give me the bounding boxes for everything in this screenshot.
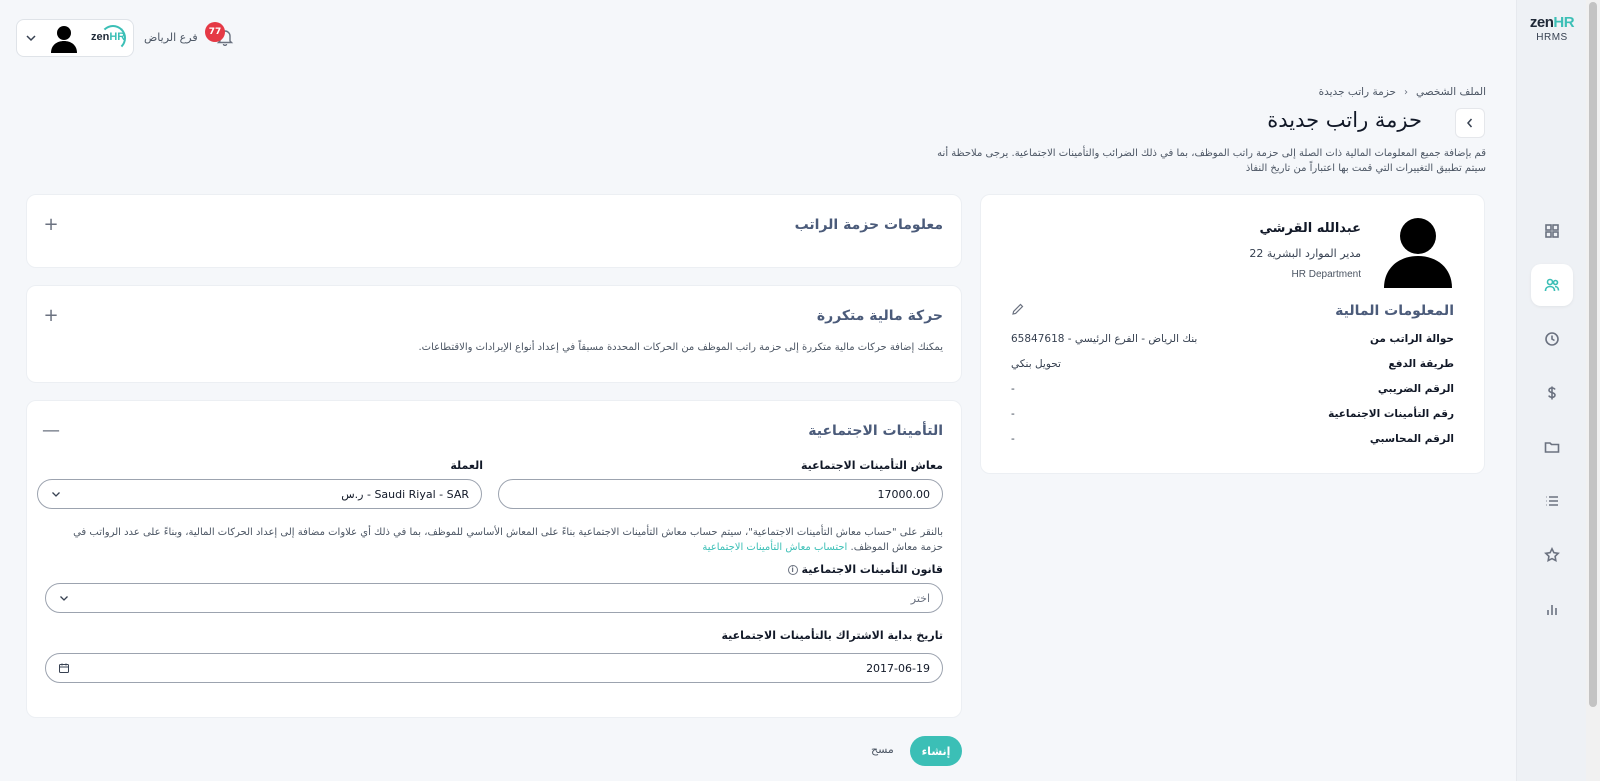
financial-row-value: تحويل بنكي bbox=[1011, 358, 1061, 370]
currency-label: العملة bbox=[450, 459, 483, 472]
scrollbar-thumb[interactable] bbox=[1589, 2, 1597, 707]
employee-role: مدير الموارد البشرية 22 bbox=[1249, 247, 1361, 260]
plus-icon[interactable]: + bbox=[41, 215, 61, 235]
ss-salary-label: معاش التأمينات الاجتماعية bbox=[800, 459, 943, 472]
currency-select[interactable]: Saudi Riyal - SAR - ر.س bbox=[37, 479, 482, 509]
financial-row-value: - bbox=[1011, 408, 1015, 420]
recurring-section: حركة مالية متكررة + يمكنك إضافة حركات ما… bbox=[26, 285, 962, 383]
notification-badge: 77 bbox=[205, 22, 225, 42]
financial-row-value: - bbox=[1011, 383, 1015, 395]
page-scrollbar[interactable] bbox=[1586, 0, 1600, 781]
rail-dashboard[interactable] bbox=[1531, 210, 1573, 252]
page-description: قم بإضافة جميع المعلومات المالية ذات الص… bbox=[937, 148, 1486, 174]
social-security-section: التأمينات الاجتماعية — معاش التأمينات ال… bbox=[26, 400, 962, 718]
ss-law-label: قانون التأمينات الاجتماعيةi bbox=[787, 563, 943, 576]
minus-icon[interactable]: — bbox=[41, 421, 61, 441]
rail-documents[interactable] bbox=[1531, 426, 1573, 468]
employee-name: عبدالله القرشي bbox=[1259, 221, 1361, 236]
financial-row-label: حوالة الراتب من bbox=[1369, 333, 1454, 345]
chevron-down-icon bbox=[26, 35, 36, 42]
financial-row: الرقم الضريبي - bbox=[1011, 383, 1454, 399]
user-avatar bbox=[51, 26, 77, 53]
info-icon[interactable]: i bbox=[787, 565, 798, 575]
user-menu[interactable]: zenHR bbox=[16, 19, 134, 57]
financial-row-label: الرقم الضريبي bbox=[1377, 383, 1454, 395]
salary-info-section: معلومات حزمة الراتب + bbox=[26, 194, 962, 268]
financial-row: حوالة الراتب من بنك الرياض - الفرع الرئي… bbox=[1011, 333, 1454, 349]
ss-start-value: 2017-06-19 bbox=[866, 661, 930, 675]
ss-salary-input[interactable]: 17000.00 bbox=[498, 479, 943, 509]
dollar-icon bbox=[1548, 386, 1556, 400]
financial-row: رقم التأمينات الاجتماعية - bbox=[1011, 408, 1454, 424]
recurring-title[interactable]: حركة مالية متكررة bbox=[817, 308, 943, 324]
chevron-down-icon bbox=[60, 596, 68, 601]
page-title: حزمة راتب جديدة bbox=[1267, 108, 1422, 132]
grid-icon bbox=[1545, 224, 1559, 238]
employee-card: عبدالله القرشي مدير الموارد البشرية 22 H… bbox=[980, 194, 1485, 474]
company-logo: zenHR bbox=[91, 31, 126, 43]
brand-logo: zenHR bbox=[1529, 14, 1575, 31]
currency-value: Saudi Riyal - SAR - ر.س bbox=[341, 487, 469, 501]
ss-start-date-input[interactable]: 2017-06-19 bbox=[45, 653, 943, 683]
financial-row-value: - bbox=[1011, 433, 1015, 445]
financial-info-title: المعلومات المالية bbox=[1335, 303, 1454, 319]
users-icon bbox=[1544, 278, 1560, 292]
clear-button[interactable]: مسح bbox=[871, 743, 894, 756]
employee-department: HR Department bbox=[1291, 269, 1361, 280]
chevron-down-icon bbox=[52, 492, 60, 497]
chevron-left-icon: ‹ bbox=[1404, 86, 1408, 98]
financial-row: الرقم المحاسبي - bbox=[1011, 433, 1454, 449]
calendar-icon[interactable] bbox=[58, 662, 70, 674]
rail-reports[interactable] bbox=[1531, 588, 1573, 630]
side-rail: zenHR HRMS bbox=[1516, 0, 1586, 781]
create-button[interactable]: إنشاء bbox=[910, 736, 962, 766]
financial-row-label: الرقم المحاسبي bbox=[1369, 433, 1454, 445]
financial-row-label: رقم التأمينات الاجتماعية bbox=[1328, 408, 1454, 420]
ss-description: بالنقر على "حساب معاش التأمينات الاجتماع… bbox=[73, 527, 943, 553]
brand-subtitle: HRMS bbox=[1536, 32, 1568, 43]
brand: zenHR HRMS bbox=[1517, 14, 1587, 43]
social-security-title[interactable]: التأمينات الاجتماعية bbox=[808, 423, 943, 439]
list-icon bbox=[1546, 496, 1558, 506]
back-button[interactable] bbox=[1455, 108, 1485, 138]
rail-lists[interactable] bbox=[1531, 480, 1573, 522]
breadcrumb-parent[interactable]: الملف الشخصي bbox=[1416, 86, 1486, 98]
breadcrumb: الملف الشخصي ‹ حزمة راتب جديدة bbox=[1319, 86, 1486, 98]
chevron-left-icon bbox=[1467, 118, 1473, 128]
pencil-icon[interactable] bbox=[1011, 302, 1025, 316]
financial-row-value: بنك الرياض - الفرع الرئيسي - 65847618 bbox=[1011, 333, 1198, 345]
star-icon bbox=[1544, 547, 1560, 563]
employee-avatar bbox=[1384, 218, 1452, 288]
folder-icon bbox=[1544, 442, 1560, 453]
ss-law-select[interactable]: اختر bbox=[45, 583, 943, 613]
rail-time[interactable] bbox=[1531, 318, 1573, 360]
recurring-description: يمكنك إضافة حركات مالية متكررة إلى حزمة … bbox=[418, 342, 943, 353]
rail-payroll[interactable] bbox=[1531, 372, 1573, 414]
clock-icon bbox=[1545, 332, 1559, 346]
salary-info-title[interactable]: معلومات حزمة الراتب bbox=[795, 217, 943, 233]
ss-salary-value: 17000.00 bbox=[877, 487, 931, 501]
financial-row: طريقة الدفع تحويل بنكي bbox=[1011, 358, 1454, 374]
breadcrumb-current: حزمة راتب جديدة bbox=[1318, 86, 1396, 98]
ss-law-placeholder: اختر bbox=[910, 591, 930, 605]
chart-icon bbox=[1547, 605, 1557, 615]
plus-icon[interactable]: + bbox=[41, 306, 61, 326]
branch-label[interactable]: فرع الرياض bbox=[144, 31, 198, 44]
ss-start-label: تاريخ بداية الاشتراك بالتأمينات الاجتماع… bbox=[721, 629, 943, 642]
rail-people[interactable] bbox=[1531, 264, 1573, 306]
calc-ss-link[interactable]: احتساب معاش التأمينات الاجتماعية bbox=[702, 542, 847, 553]
rail-favorites[interactable] bbox=[1531, 534, 1573, 576]
financial-row-label: طريقة الدفع bbox=[1388, 358, 1454, 370]
